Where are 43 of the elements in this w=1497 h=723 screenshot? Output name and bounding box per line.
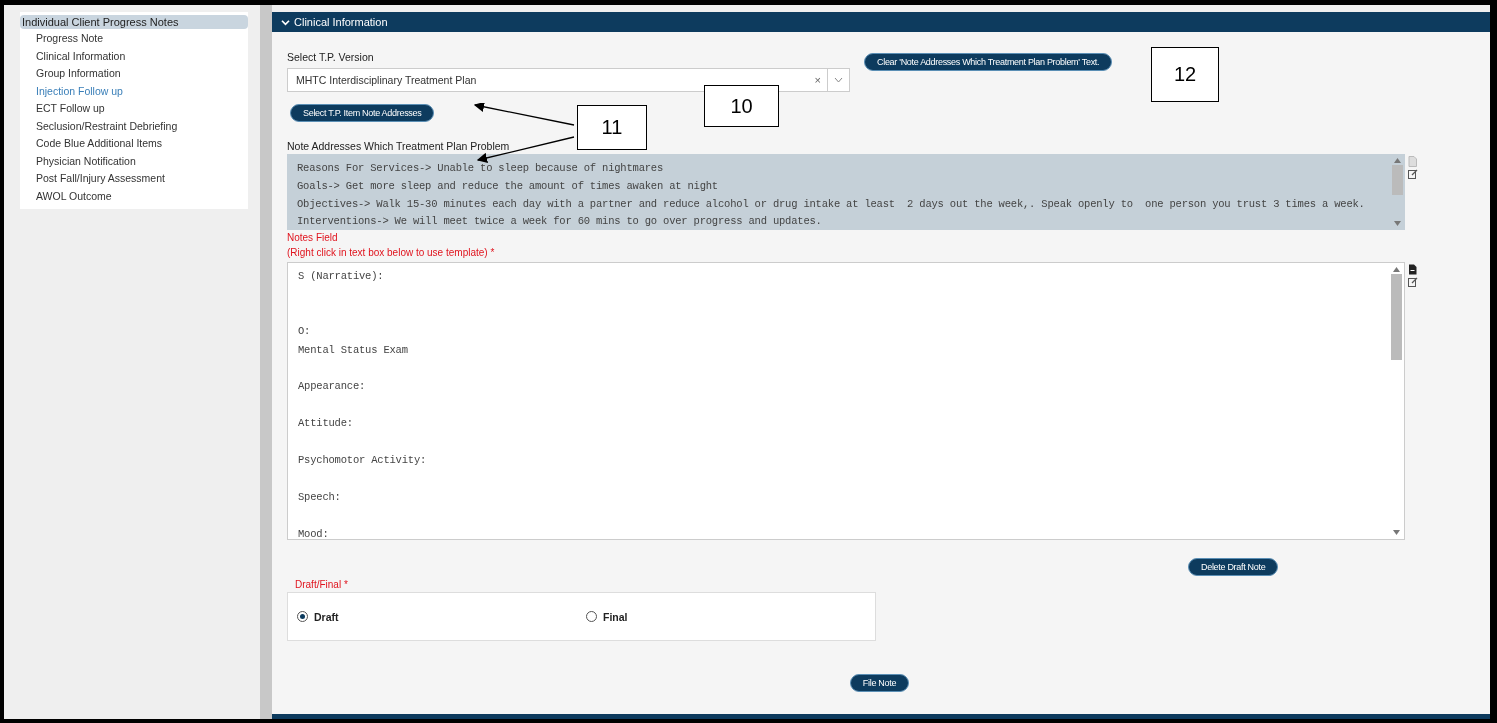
sidebar-item[interactable]: ECT Follow up <box>20 100 248 118</box>
sidebar-item[interactable]: Injection Follow up <box>20 82 248 100</box>
draft-final-label: Draft/Final <box>295 579 342 590</box>
scroll-down-icon[interactable] <box>1393 530 1400 535</box>
required-mark: * <box>490 247 495 258</box>
chevron-icon <box>281 18 290 26</box>
sidebar-item[interactable]: Seclusion/Restraint Debriefing <box>20 117 248 135</box>
scroll-thumb[interactable] <box>1391 274 1402 360</box>
scroll-up-icon[interactable] <box>1394 158 1401 163</box>
scroll-up-icon[interactable] <box>1393 267 1400 272</box>
edit-icon[interactable] <box>1408 169 1418 179</box>
select-items-button[interactable]: Select T.P. Item Note Addresses <box>290 104 435 122</box>
delete-draft-button[interactable]: Delete Draft Note <box>1188 558 1279 576</box>
dropdown-caret-icon <box>834 77 843 83</box>
radio-option[interactable]: Draft <box>297 610 586 623</box>
radio-option[interactable]: Final <box>586 610 875 623</box>
version-select[interactable]: MHTC Interdisciplinary Treatment Plan × <box>287 68 850 92</box>
required-mark: * <box>343 579 348 590</box>
notes-field[interactable]: S (Narrative): O: Mental Status Exam Appearance: Attitude: Psychomotor Activity: Speech: Mood: <box>287 262 1405 540</box>
note-addresses-field[interactable]: Reasons For Services-> Unable to sleep because of nightmares Goals-> Get more sleep and reduce the amount of times awaken at night Objectives-> Walk 15-30 minutes each day with a partner and reduce alcohol or drug intake at least 2 days out the week,. Speak openly to one person you trust 3 times a week. Interventions-> We will meet twice a week for 60 mins to go over progress and updates. <box>287 154 1405 230</box>
sidebar-item[interactable]: Physician Notification <box>20 152 248 170</box>
sidebar-item[interactable]: Clinical Information <box>20 47 248 65</box>
callout-label: 11 <box>577 105 647 150</box>
section-title: Clinical Information <box>294 16 388 28</box>
notes-field-hint: (Right click in text box below to use template) <box>287 247 488 258</box>
section-header[interactable]: Clinical Information <box>272 12 1490 32</box>
document-icon[interactable] <box>1408 264 1417 275</box>
sidebar-item[interactable]: AWOL Outcome <box>20 187 248 205</box>
sidebar-item[interactable]: Post Fall/Injury Assessment <box>20 170 248 188</box>
file-note-button[interactable]: File Note <box>849 674 910 692</box>
sidebar-item[interactable]: Group Information <box>20 65 248 83</box>
clear-text-button[interactable]: Clear 'Note Addresses Which Treatment Plan Problem' Text. <box>864 53 1113 71</box>
scroll-down-icon[interactable] <box>1394 221 1401 226</box>
sidebar-item[interactable]: Progress Note <box>20 30 248 48</box>
callout-label: 12 <box>1151 47 1219 102</box>
sidebar-heading[interactable]: Individual Client Progress Notes <box>20 15 248 29</box>
notes-field-label: Notes Field <box>287 231 339 245</box>
field-label: Note Addresses Which Treatment Plan Problem <box>287 140 510 152</box>
edit-icon[interactable] <box>1408 277 1418 287</box>
scroll-thumb[interactable] <box>1392 165 1403 195</box>
sidebar-item[interactable]: Code Blue Additional Items <box>20 135 248 153</box>
field-label: Select T.P. Version <box>287 51 374 63</box>
callout-label: 10 <box>704 85 779 127</box>
